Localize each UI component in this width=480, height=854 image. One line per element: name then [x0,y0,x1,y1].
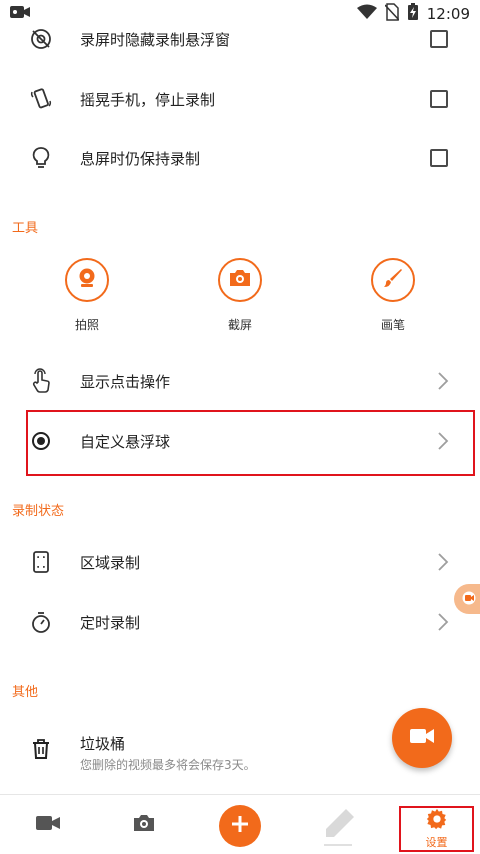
row-show-touches[interactable]: 显示点击操作 [0,365,480,397]
tool-brush[interactable]: 画笔 [353,258,433,333]
section-title-tools: 工具 [12,221,39,236]
tool-photo[interactable]: 拍照 [47,258,127,333]
floating-ball-edge-tab[interactable] [454,584,480,614]
status-bar: 12:09 [0,0,480,26]
video-camera-icon [462,590,478,609]
nav-screenshots[interactable] [122,795,166,854]
nav-settings[interactable]: 设置 [399,806,474,852]
tool-label: 画笔 [380,318,405,332]
nav-video[interactable] [26,795,70,854]
timer-icon [26,607,56,637]
gear-icon [401,808,472,834]
no-sim-icon [384,3,400,25]
chevron-right-icon [438,613,449,631]
chevron-right-icon [438,372,449,390]
setting-keep-recording-screen-off[interactable]: 息屏时仍保持录制 [0,143,480,173]
trash-description: 您删除的视频最多将会保存3天。 [80,758,256,772]
row-custom-float-ball[interactable]: 自定义悬浮球 [0,425,480,457]
setting-shake-stop[interactable]: 摇晃手机，停止录制 [0,84,480,114]
camera-icon [228,267,252,293]
video-notification-icon [10,4,30,24]
clock: 12:09 [426,5,470,23]
trash-icon [26,734,56,764]
video-icon [35,814,61,836]
row-label: 定时录制 [80,613,141,632]
nav-settings-label: 设置 [425,836,448,849]
chevron-right-icon [438,553,449,571]
row-region-record[interactable]: 区域录制 [0,546,480,578]
row-label: 显示点击操作 [80,372,171,391]
tool-label: 截屏 [227,318,252,332]
row-label: 区域录制 [80,553,141,572]
region-icon [26,547,56,577]
lightbulb-icon [26,143,56,173]
brush-icon [381,266,405,294]
radio-dot-icon [26,426,56,456]
eye-off-icon [26,24,56,54]
row-label: 垃圾桶 [80,735,126,753]
wifi-icon [356,4,377,24]
hide-float-window-checkbox[interactable] [430,30,448,48]
setting-label: 摇晃手机，停止录制 [80,90,216,109]
keep-recording-checkbox[interactable] [430,149,448,167]
setting-hide-float-window[interactable]: 录屏时隐藏录制悬浮窗 [0,24,480,54]
shake-phone-icon [26,84,56,114]
add-button[interactable] [219,805,261,847]
section-title-record-status: 录制状态 [12,504,65,519]
tool-screenshot[interactable]: 截屏 [200,258,280,333]
plus-icon [231,815,249,837]
section-title-others: 其他 [12,685,39,700]
setting-label: 录屏时隐藏录制悬浮窗 [80,30,231,49]
camera-icon [132,812,156,838]
pencil-watermark-icon [322,807,356,853]
tools-grid: 拍照 截屏 画笔 [0,258,480,338]
setting-label: 息屏时仍保持录制 [80,149,201,168]
tap-gesture-icon [26,366,56,396]
webcam-icon [75,266,99,294]
video-camera-icon [409,726,435,750]
battery-charging-icon [407,3,419,25]
record-fab-button[interactable] [392,708,452,768]
row-label: 自定义悬浮球 [80,432,171,451]
row-timed-record[interactable]: 定时录制 [0,606,480,638]
shake-stop-checkbox[interactable] [430,90,448,108]
tool-label: 拍照 [74,318,99,332]
chevron-right-icon [438,432,449,450]
